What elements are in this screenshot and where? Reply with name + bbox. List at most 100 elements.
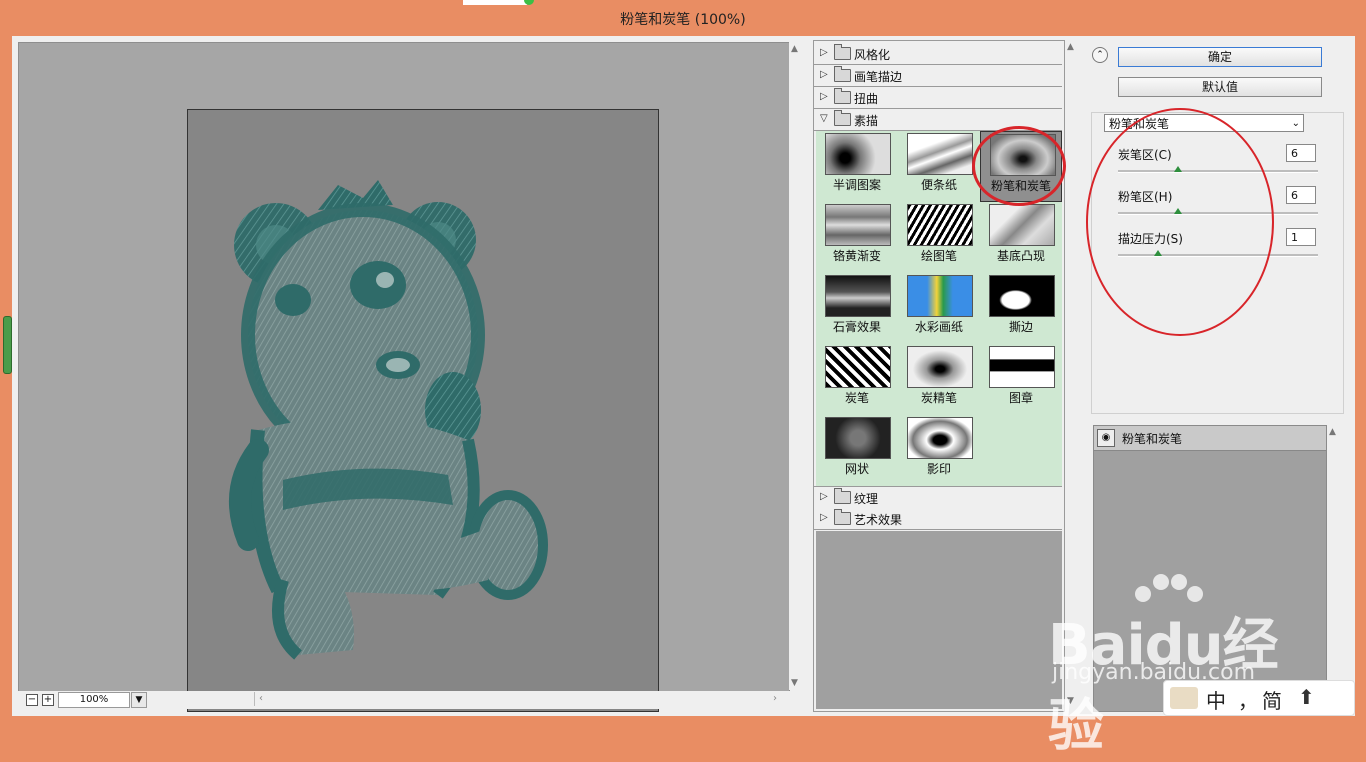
ime-arrow-up-icon[interactable]: ⬆: [1298, 685, 1315, 709]
scroll-right-icon[interactable]: ›: [773, 693, 777, 704]
thumbnail: [825, 204, 891, 246]
thumbnail: [989, 275, 1055, 317]
filter-chalk-charcoal[interactable]: 粉笔和炭笔: [980, 131, 1062, 202]
folder-icon: [834, 488, 851, 504]
ime-script[interactable]: 简: [1262, 685, 1282, 714]
filter-bas-relief[interactable]: 基底凸现: [980, 202, 1062, 273]
param-label: 粉笔区(H): [1118, 190, 1173, 204]
side-grip-handle[interactable]: [3, 316, 12, 374]
filter-photocopy[interactable]: 影印: [898, 415, 980, 486]
ime-punctuation[interactable]: ，: [1238, 685, 1258, 714]
ime-mode[interactable]: 中: [1206, 685, 1226, 714]
preview-canvas[interactable]: [187, 109, 659, 712]
param-label: 炭笔区(C): [1118, 148, 1172, 162]
title-tab-indicator: [524, 0, 534, 5]
charcoal-area-slider[interactable]: [1118, 166, 1318, 173]
effect-layers-panel: ◉ 粉笔和炭笔: [1093, 425, 1327, 712]
thumbnail: [907, 133, 973, 175]
title-tab: [463, 0, 527, 5]
category-brush-strokes[interactable]: ▷ 画笔描边: [814, 65, 1062, 87]
thumbnail: [990, 134, 1056, 176]
preview-pane[interactable]: [18, 42, 790, 712]
filter-graphic-pen[interactable]: 绘图笔: [898, 202, 980, 273]
preview-horizontal-scrollbar[interactable]: ‹ ›: [254, 692, 787, 706]
expand-arrow-icon[interactable]: ▷: [820, 69, 828, 80]
category-distort[interactable]: ▷ 扭曲: [814, 87, 1062, 109]
zoom-dropdown-icon[interactable]: ▼: [131, 692, 147, 708]
slider-knob[interactable]: [1174, 208, 1182, 214]
category-texture[interactable]: ▷ 纹理: [814, 486, 1062, 509]
filter-conte-crayon[interactable]: 炭精笔: [898, 344, 980, 415]
collapse-icon[interactable]: ⌃: [1092, 47, 1108, 63]
expand-arrow-icon[interactable]: ▷: [820, 91, 828, 102]
ok-button[interactable]: 确定: [1118, 47, 1322, 67]
filter-torn-edges[interactable]: 撕边: [980, 273, 1062, 344]
zoom-out-button[interactable]: −: [26, 694, 38, 706]
ime-toolbar[interactable]: 中 ， 简 ⬆: [1163, 680, 1355, 716]
filter-charcoal[interactable]: 炭笔: [816, 344, 898, 415]
ime-skin-icon: [1170, 687, 1198, 709]
thumbnail: [989, 346, 1055, 388]
scroll-left-icon[interactable]: ‹: [259, 693, 263, 704]
filter-water-paper[interactable]: 水彩画纸: [898, 273, 980, 344]
category-artistic[interactable]: ▷ 艺术效果: [814, 508, 1062, 530]
expand-arrow-icon[interactable]: ▷: [820, 491, 828, 502]
scroll-down-icon[interactable]: ▼: [791, 678, 798, 688]
slider-knob[interactable]: [1154, 250, 1162, 256]
folder-icon: [834, 509, 851, 525]
collapse-arrow-icon[interactable]: ▽: [820, 113, 828, 124]
layers-scrollbar[interactable]: ▲: [1327, 425, 1341, 710]
zoom-in-button[interactable]: +: [42, 694, 54, 706]
param-label: 描边压力(S): [1118, 232, 1183, 246]
gallery-scrollbar[interactable]: ▲ ▼: [1065, 40, 1079, 710]
scroll-up-icon[interactable]: ▲: [1329, 427, 1336, 437]
preview-vertical-scrollbar[interactable]: ▲ ▼: [789, 42, 803, 690]
default-button[interactable]: 默认值: [1118, 77, 1322, 97]
folder-open-icon: [834, 110, 851, 126]
expand-arrow-icon[interactable]: ▷: [820, 47, 828, 58]
thumbnail: [907, 275, 973, 317]
filter-note-paper[interactable]: 便条纸: [898, 131, 980, 202]
effect-layer[interactable]: ◉ 粉笔和炭笔: [1094, 426, 1326, 451]
filter-halftone[interactable]: 半调图案: [816, 131, 898, 202]
chevron-down-icon[interactable]: ⌄: [1292, 115, 1300, 133]
category-stylize[interactable]: ▷ 风格化: [814, 43, 1062, 65]
thumbnail: [825, 346, 891, 388]
thumbnail: [825, 417, 891, 459]
stroke-pressure-slider[interactable]: [1118, 250, 1318, 257]
thumbnail: [825, 275, 891, 317]
thumbnail: [907, 346, 973, 388]
zoom-bar: − + 100% ▼ ‹ ›: [18, 691, 803, 709]
eye-icon[interactable]: ◉: [1097, 429, 1115, 447]
zoom-field[interactable]: 100%: [58, 692, 130, 708]
thumbnail: [907, 417, 973, 459]
filter-chrome[interactable]: 铬黄渐变: [816, 202, 898, 273]
thumbnail: [825, 133, 891, 175]
category-sketch[interactable]: ▽ 素描: [814, 109, 1062, 131]
folder-icon: [834, 66, 851, 82]
chalk-area-slider[interactable]: [1118, 208, 1318, 215]
scroll-down-icon[interactable]: ▼: [1067, 696, 1074, 706]
scroll-up-icon[interactable]: ▲: [1067, 42, 1074, 52]
thumbnail: [907, 204, 973, 246]
filter-reticulation[interactable]: 网状: [816, 415, 898, 486]
scroll-up-icon[interactable]: ▲: [791, 44, 798, 54]
window-title: 粉笔和炭笔 (100%): [620, 12, 746, 28]
charcoal-area-input[interactable]: 6: [1286, 144, 1316, 162]
title-bar: 粉笔和炭笔 (100%): [0, 0, 1366, 36]
stroke-pressure-input[interactable]: 1: [1286, 228, 1316, 246]
filter-stamp[interactable]: 图章: [980, 344, 1062, 415]
expand-arrow-icon[interactable]: ▷: [820, 512, 828, 523]
chalk-area-input[interactable]: 6: [1286, 186, 1316, 204]
folder-icon: [834, 88, 851, 104]
filter-thumbnails: 半调图案 便条纸 粉笔和炭笔 铬黄渐变 绘图笔 基底凸现 石膏效果 水彩画纸 撕…: [816, 131, 1062, 486]
filter-select[interactable]: 粉笔和炭笔 ⌄: [1104, 114, 1304, 132]
filter-gallery: ▷ 风格化 ▷ 画笔描边 ▷ 扭曲 ▽ 素描 半调图案 便条纸 粉笔和炭笔 铬黄…: [813, 40, 1065, 712]
slider-knob[interactable]: [1174, 166, 1182, 172]
filter-plaster[interactable]: 石膏效果: [816, 273, 898, 344]
effect-layer-label: 粉笔和炭笔: [1122, 432, 1183, 446]
filter-select-value: 粉笔和炭笔: [1109, 117, 1170, 131]
folder-icon: [834, 44, 851, 60]
bear-image: [229, 180, 548, 660]
thumbnail: [989, 204, 1055, 246]
